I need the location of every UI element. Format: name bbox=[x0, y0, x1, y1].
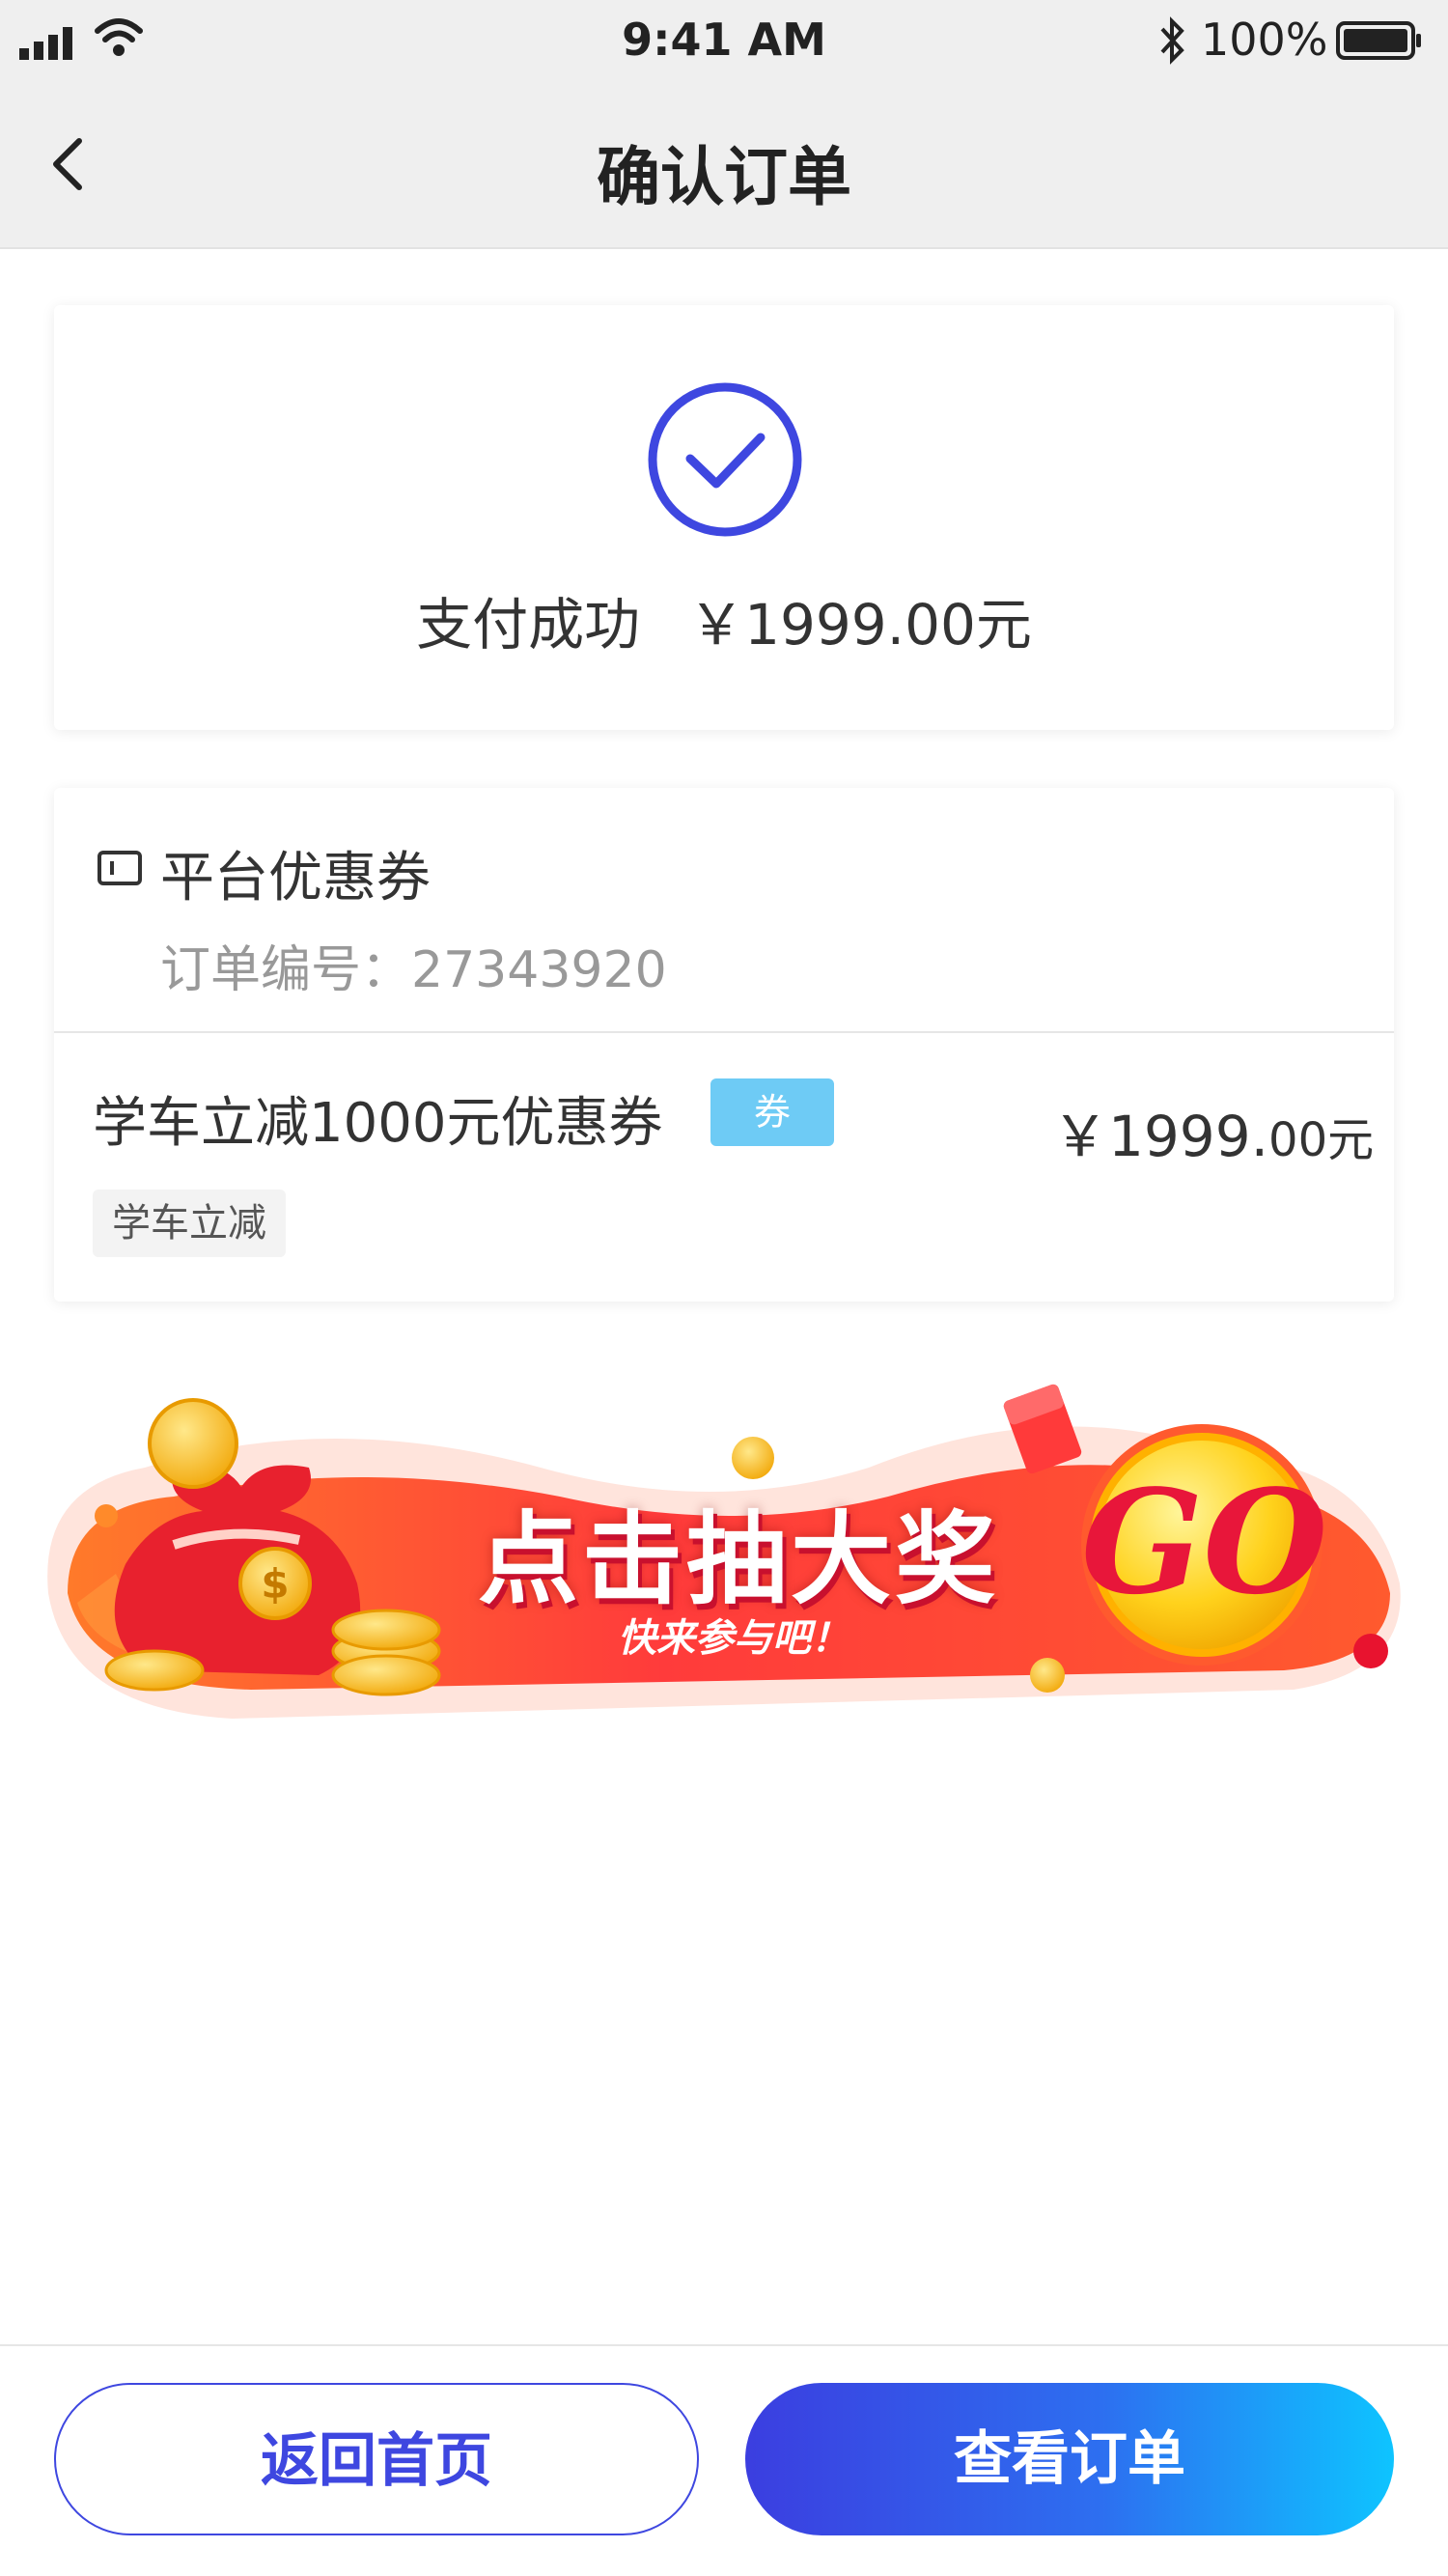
price-main: ￥1999. bbox=[1052, 1104, 1269, 1169]
banner-subtitle: 快来参与吧！ bbox=[618, 1616, 849, 1661]
ticket-icon bbox=[97, 851, 142, 885]
divider bbox=[54, 1031, 1394, 1033]
order-number-label: 订单编号： bbox=[160, 941, 412, 999]
view-order-button[interactable]: 查看订单 bbox=[745, 2383, 1394, 2535]
order-number-value: 27343920 bbox=[411, 941, 667, 999]
price-decimal: 00元 bbox=[1268, 1113, 1375, 1167]
bluetooth-icon bbox=[1160, 16, 1184, 65]
go-button-text[interactable]: GO bbox=[1081, 1458, 1327, 1626]
coupon-tag: 学车立减 bbox=[93, 1190, 286, 1257]
coupon-item-price: ￥1999.00元 bbox=[1052, 1091, 1374, 1172]
payment-amount: ￥1999.00元 bbox=[688, 592, 1032, 658]
payment-status: 支付成功 bbox=[416, 592, 641, 658]
coupon-item-name: 学车立减1000元优惠券 bbox=[93, 1092, 663, 1155]
payment-status-text: 支付成功 ￥1999.00元 bbox=[0, 579, 1448, 660]
bottom-divider bbox=[0, 2344, 1448, 2346]
page-title: 确认订单 bbox=[597, 140, 851, 214]
voucher-badge: 券 bbox=[710, 1078, 834, 1146]
order-number: 订单编号：27343920 bbox=[160, 929, 667, 1001]
coupon-title: 平台优惠券 bbox=[160, 847, 431, 910]
success-check-icon bbox=[648, 382, 802, 537]
battery-icon bbox=[1336, 21, 1421, 60]
svg-text:$: $ bbox=[261, 1560, 289, 1608]
back-home-button[interactable]: 返回首页 bbox=[54, 2383, 699, 2535]
banner-title: 点击抽大奖 bbox=[477, 1500, 999, 1618]
battery-percent: 100% bbox=[1201, 14, 1328, 66]
